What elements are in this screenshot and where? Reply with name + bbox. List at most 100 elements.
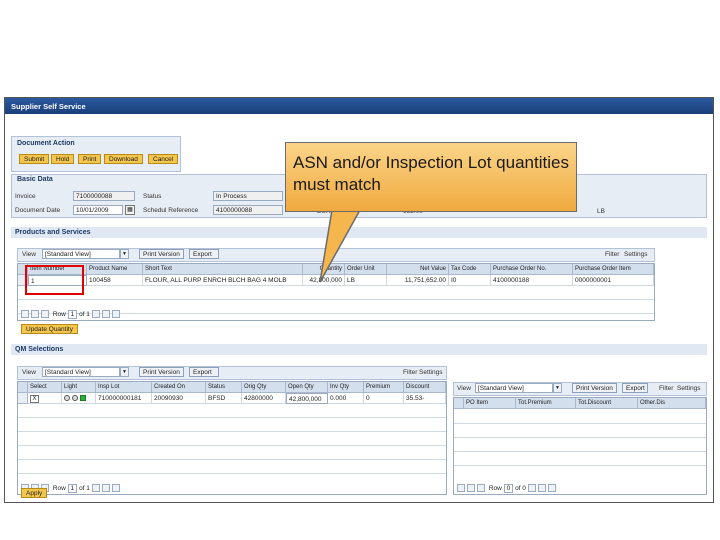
row-number-input[interactable]: 0 [503, 484, 514, 493]
products-view-label: View [22, 251, 36, 258]
col-short-text[interactable]: Short Text [143, 264, 303, 275]
products-view-select[interactable]: [Standard View] [42, 249, 120, 259]
qm-view-select[interactable]: [Standard View] [42, 367, 120, 377]
apply-button[interactable]: Apply [21, 488, 48, 498]
prev-page-icon[interactable] [31, 310, 39, 319]
col-quantity[interactable]: Quantity [303, 264, 345, 275]
row-label: Row [52, 311, 66, 318]
right-print-version-button[interactable]: Print Version [572, 383, 617, 393]
document-date-field[interactable]: 10/01/2009 [73, 205, 123, 215]
col-created-on[interactable]: Created On [152, 382, 206, 393]
callout-text: ASN and/or Inspection Lot quantities mus… [293, 153, 569, 194]
submit-button[interactable]: Submit [19, 154, 50, 164]
right-settings-link[interactable]: Settings [677, 385, 701, 392]
right-pager: Row 0 of 0 [457, 484, 558, 494]
window-title: Supplier Self Service [5, 98, 713, 114]
schedul-reference-field: 4100000088 [213, 205, 283, 215]
prev-icon[interactable] [477, 484, 485, 493]
status-cell: BFSD [206, 393, 242, 404]
invoice-field: 7100000088 [73, 191, 135, 201]
col-purchase-order-no[interactable]: Purchase Order No. [491, 264, 573, 275]
next-icon[interactable] [91, 484, 100, 493]
next-icon[interactable] [527, 484, 536, 493]
hold-button[interactable]: Hold [51, 154, 75, 164]
col-premium[interactable]: Premium [364, 382, 404, 393]
prev-page-icon[interactable] [467, 484, 475, 493]
prev-icon[interactable] [41, 310, 49, 319]
first-page-icon[interactable] [21, 310, 29, 319]
qm-filter-link[interactable]: Filter [403, 369, 417, 376]
col-order-unit[interactable]: Order Unit [345, 264, 387, 275]
premium-cell: 0 [364, 393, 404, 404]
row-label: Row [488, 485, 502, 492]
right-export-button[interactable]: Export [622, 383, 648, 393]
col-purchase-order-item[interactable]: Purchase Order Item [573, 264, 654, 275]
col-product-name[interactable]: Product Name [87, 264, 143, 275]
status-light-icon [64, 395, 70, 401]
right-view-select[interactable]: [Standard View] [475, 383, 553, 393]
product-name-cell: 100458 [87, 275, 143, 286]
next-page-icon[interactable] [537, 484, 546, 493]
next-icon[interactable] [91, 310, 100, 319]
next-page-icon[interactable] [101, 484, 110, 493]
purchase-order-item-cell: 0000000001 [573, 275, 654, 286]
tax-code-cell: I0 [449, 275, 491, 286]
col-net-value[interactable]: Net Value [387, 264, 449, 275]
col-tot-discount[interactable]: Tot.Discount [576, 398, 638, 409]
col-other-dis[interactable]: Other.Dis [638, 398, 706, 409]
col-light[interactable]: Light [62, 382, 96, 393]
select-cell: X [28, 393, 62, 404]
qm-export-button[interactable]: Export [189, 367, 219, 377]
table-row-selector[interactable] [18, 393, 28, 404]
chevron-down-icon[interactable]: ▼ [553, 383, 562, 393]
status-light-icon [71, 395, 78, 401]
short-text-cell: FLOUR, ALL PURP ENRCH BLCH BAG 4 MOLB [143, 275, 303, 286]
discount-cell: 35.53- [404, 393, 446, 404]
quantity-cell[interactable]: 42,800,000 [303, 275, 345, 286]
col-insp-lot[interactable]: Insp Lot [96, 382, 152, 393]
products-header: Products and Services [11, 227, 707, 238]
col-inv-qty[interactable]: Inv Qty [328, 382, 364, 393]
col-tax-code[interactable]: Tax Code [449, 264, 491, 275]
print-button[interactable]: Print [78, 154, 102, 164]
col-select[interactable]: Select [28, 382, 62, 393]
last-page-icon[interactable] [111, 484, 120, 493]
qm-print-version-button[interactable]: Print Version [139, 367, 184, 377]
row-number-input[interactable]: 1 [67, 484, 78, 493]
right-rowheader [454, 398, 464, 409]
table-row [18, 432, 446, 446]
open-qty-input[interactable]: 42,800,000 [286, 393, 328, 404]
right-view-label: View [457, 385, 471, 392]
download-button[interactable]: Download [104, 154, 143, 164]
qm-settings-link[interactable]: Settings [419, 369, 443, 376]
table-row [18, 404, 446, 418]
qm-header: QM Selections [11, 344, 707, 355]
right-filter-link[interactable]: Filter [659, 385, 673, 392]
products-filter-link[interactable]: Filter [605, 251, 619, 258]
cancel-button[interactable]: Cancel [148, 154, 179, 164]
products-print-version-button[interactable]: Print Version [139, 249, 184, 259]
col-status[interactable]: Status [206, 382, 242, 393]
next-page-icon[interactable] [101, 310, 110, 319]
col-orig-qty[interactable]: Orig Qty [242, 382, 286, 393]
status-label: Status [143, 193, 162, 200]
col-discount[interactable]: Discount [404, 382, 446, 393]
update-quantity-button[interactable]: Update Quantity [21, 324, 78, 334]
status-light-icon [79, 395, 86, 401]
created-on-cell: 20090930 [152, 393, 206, 404]
first-page-icon[interactable] [457, 484, 465, 493]
col-open-qty[interactable]: Open Qty [286, 382, 328, 393]
calendar-icon[interactable]: ▦ [125, 205, 135, 215]
row-number-input[interactable]: 1 [67, 310, 78, 319]
chevron-down-icon[interactable]: ▼ [120, 249, 129, 259]
select-checkbox[interactable]: X [30, 395, 39, 403]
chevron-down-icon[interactable]: ▼ [120, 367, 129, 377]
products-settings-link[interactable]: Settings [624, 251, 648, 258]
last-page-icon[interactable] [547, 484, 556, 493]
highlight-box [25, 265, 84, 295]
table-row [18, 286, 654, 300]
col-po-item[interactable]: PO Item [464, 398, 516, 409]
last-page-icon[interactable] [111, 310, 120, 319]
col-tot-premium[interactable]: Tot.Premium [516, 398, 576, 409]
products-export-button[interactable]: Export [189, 249, 219, 259]
